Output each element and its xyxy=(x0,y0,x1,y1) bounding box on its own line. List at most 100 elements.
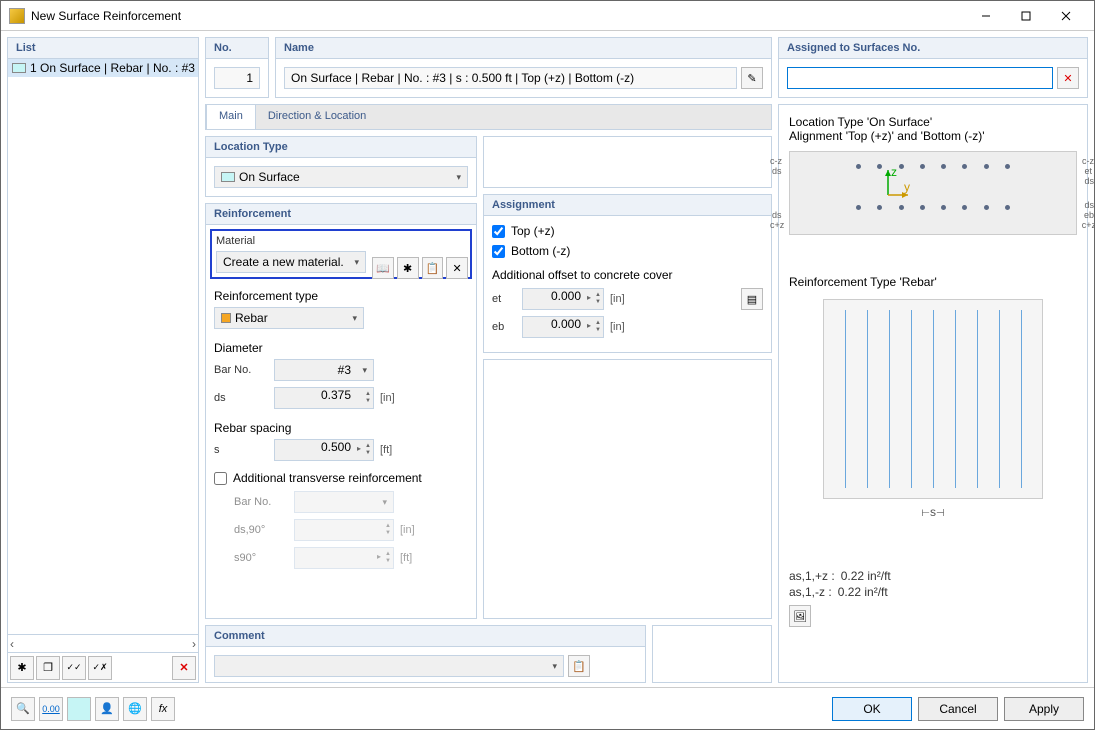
tab-main[interactable]: Main xyxy=(206,104,256,129)
material-library-button[interactable]: 📖 xyxy=(372,257,394,279)
list-item-text: 1 On Surface | Rebar | No. : #3 | s : 0.… xyxy=(30,61,198,75)
list-scrollbar[interactable]: ‹› xyxy=(8,634,198,652)
cancel-button[interactable]: Cancel xyxy=(918,697,998,721)
et-value: 0.000 xyxy=(551,289,581,303)
close-button[interactable] xyxy=(1046,2,1086,30)
maximize-button[interactable] xyxy=(1006,2,1046,30)
view-button[interactable] xyxy=(67,697,91,721)
eb-unit: [in] xyxy=(610,321,625,333)
edit-name-button[interactable]: ✎ xyxy=(741,67,763,89)
reinforcement-type-value: Rebar xyxy=(235,311,268,325)
list-body[interactable]: 1 On Surface | Rebar | No. : #3 | s : 0.… xyxy=(8,59,198,634)
material-value: Create a new material. xyxy=(223,255,344,269)
stat-a-top-label: as,1,+z : xyxy=(789,569,835,583)
minimize-button[interactable] xyxy=(966,2,1006,30)
new-item-button[interactable]: ✱ xyxy=(10,656,34,680)
location-type-header: Location Type xyxy=(206,137,476,158)
rebar-preview-image xyxy=(823,299,1043,499)
comment-edit-button[interactable]: 📋 xyxy=(568,655,590,677)
at-s-unit: [ft] xyxy=(400,552,412,564)
apply-button[interactable]: Apply xyxy=(1004,697,1084,721)
at-s-label: s90° xyxy=(234,552,288,564)
eb-label: eb xyxy=(492,321,516,333)
help-button[interactable]: 🔍 xyxy=(11,697,35,721)
s-label: s xyxy=(214,444,268,456)
assigned-header: Assigned to Surfaces No. xyxy=(779,38,1087,59)
bar-no-dropdown[interactable]: #3 xyxy=(274,359,374,381)
additional-transverse-label: Additional transverse reinforcement xyxy=(233,471,422,485)
person-button[interactable]: 👤 xyxy=(95,697,119,721)
ds-label: ds xyxy=(214,392,268,404)
location-type-value: On Surface xyxy=(239,170,300,184)
preview-loc-title: Location Type 'On Surface' xyxy=(789,115,1077,129)
assignment-header: Assignment xyxy=(484,195,771,216)
offset-label: Additional offset to concrete cover xyxy=(492,268,763,282)
material-label: Material xyxy=(216,235,466,247)
units-button[interactable]: 0.00 xyxy=(39,697,63,721)
location-swatch xyxy=(221,172,235,182)
et-label: et xyxy=(492,293,516,305)
check-button[interactable]: ✓✓ xyxy=(62,656,86,680)
ds-unit: [in] xyxy=(380,392,395,404)
material-delete-button[interactable]: ✕ xyxy=(446,257,468,279)
s-input[interactable]: 0.500▲▼▸ xyxy=(274,439,374,461)
offset-preview-button[interactable]: ▤ xyxy=(741,288,763,310)
assigned-input[interactable] xyxy=(787,67,1053,89)
at-s-input: ▲▼▸ xyxy=(294,547,394,569)
material-dropdown[interactable]: Create a new material. xyxy=(216,251,366,273)
at-ds-input: ▲▼ xyxy=(294,519,394,541)
tab-direction-location[interactable]: Direction & Location xyxy=(256,105,378,129)
s-unit: [ft] xyxy=(380,444,392,456)
uncheck-button[interactable]: ✓✗ xyxy=(88,656,112,680)
diameter-label: Diameter xyxy=(214,341,468,355)
svg-text:z: z xyxy=(891,165,897,179)
stat-a-bot-value: 0.22 in²/ft xyxy=(838,585,888,599)
no-input[interactable] xyxy=(214,67,260,89)
app-icon xyxy=(9,8,25,24)
ds-input[interactable]: 0.375▲▼ xyxy=(274,387,374,409)
at-bar-no-dropdown xyxy=(294,491,394,513)
s-value: 0.500 xyxy=(321,440,351,454)
bottom-checkbox[interactable] xyxy=(492,245,505,258)
name-header: Name xyxy=(276,38,771,59)
material-copy-button[interactable]: 📋 xyxy=(422,257,444,279)
top-label: Top (+z) xyxy=(511,224,555,238)
list-item[interactable]: 1 On Surface | Rebar | No. : #3 | s : 0.… xyxy=(8,59,198,77)
bar-no-label: Bar No. xyxy=(214,364,268,376)
top-checkbox[interactable] xyxy=(492,225,505,238)
at-bar-no-label: Bar No. xyxy=(234,496,288,508)
reinforcement-type-dropdown[interactable]: Rebar xyxy=(214,307,364,329)
at-ds-label: ds,90° xyxy=(234,524,288,536)
function-button[interactable]: fx xyxy=(151,697,175,721)
duplicate-item-button[interactable]: ❐ xyxy=(36,656,60,680)
list-header: List xyxy=(8,38,198,59)
preview-alignment: Alignment 'Top (+z)' and 'Bottom (-z)' xyxy=(789,129,1077,143)
eb-value: 0.000 xyxy=(551,317,581,331)
eb-input[interactable]: 0.000▲▼▸ xyxy=(522,316,604,338)
reinforcement-type-label: Reinforcement type xyxy=(214,289,468,303)
delete-item-button[interactable]: ✕ xyxy=(172,656,196,680)
assigned-pick-button[interactable]: ✕ xyxy=(1057,67,1079,89)
spacing-dim-label: ⊢s⊣ xyxy=(789,505,1077,519)
preview-info-button[interactable]: 🖼 xyxy=(789,605,811,627)
stat-a-bot-label: as,1,-z : xyxy=(789,585,832,599)
comment-dropdown[interactable] xyxy=(214,655,564,677)
svg-text:y: y xyxy=(904,180,910,194)
window-title: New Surface Reinforcement xyxy=(31,9,966,23)
tabstrip: Main Direction & Location xyxy=(205,104,772,130)
ok-button[interactable]: OK xyxy=(832,697,912,721)
ds-value: 0.375 xyxy=(321,388,351,402)
material-new-button[interactable]: ✱ xyxy=(397,257,419,279)
reinforcement-type-swatch xyxy=(221,313,231,323)
et-input[interactable]: 0.000▲▼▸ xyxy=(522,288,604,310)
list-item-swatch xyxy=(12,63,26,73)
location-preview-image: c-z ds c-z et ds ds c+z ds eb c+z zy xyxy=(789,151,1077,235)
reinforcement-header: Reinforcement xyxy=(206,204,476,225)
spacing-label: Rebar spacing xyxy=(214,421,468,435)
bar-no-value: #3 xyxy=(281,363,355,377)
globe-button[interactable]: 🌐 xyxy=(123,697,147,721)
name-input[interactable] xyxy=(284,67,737,89)
location-type-dropdown[interactable]: On Surface xyxy=(214,166,468,188)
additional-transverse-checkbox[interactable] xyxy=(214,472,227,485)
no-header: No. xyxy=(206,38,268,59)
